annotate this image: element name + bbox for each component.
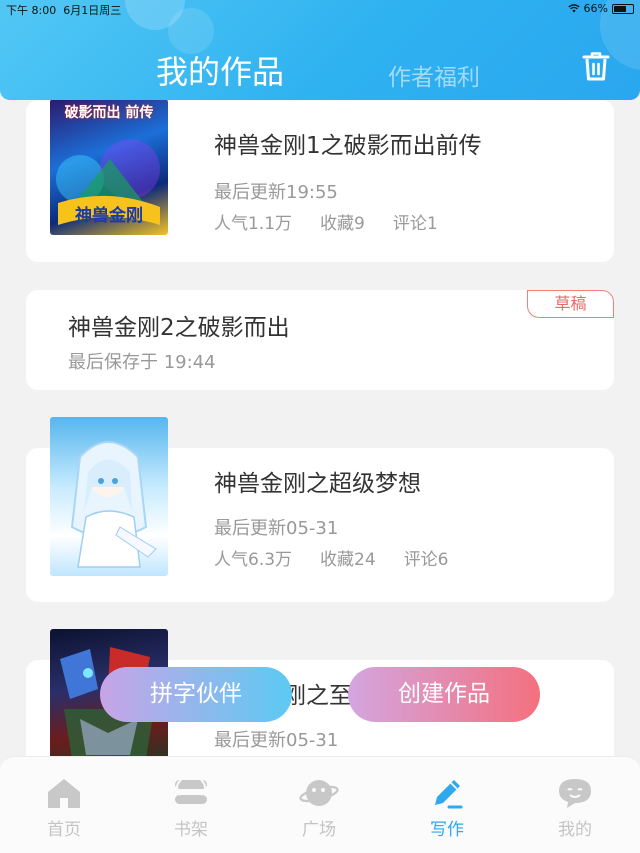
typing-partner-button[interactable]: 拼字伙伴	[100, 667, 292, 722]
draft-saved-time: 最后保存于 19:44	[68, 352, 216, 373]
nav-label: 写作	[430, 820, 464, 840]
stat-favorites: 收藏24	[320, 550, 376, 570]
create-work-button[interactable]: 创建作品	[348, 667, 540, 722]
nav-item-writing[interactable]: 写作	[407, 775, 487, 840]
work-cover-image[interactable]	[50, 417, 168, 576]
tab-my-works[interactable]: 我的作品	[156, 47, 284, 93]
tab-author-benefits[interactable]: 作者福利	[388, 58, 480, 92]
home-icon	[48, 779, 80, 808]
planet-icon	[299, 780, 339, 806]
battery-icon	[612, 3, 634, 14]
svg-text:神兽金刚: 神兽金刚	[75, 205, 143, 226]
work-stats: 人气6.3万 收藏24 评论6	[214, 545, 449, 570]
nav-item-square[interactable]: 广场	[279, 775, 359, 840]
work-updated: 最后更新05-31	[214, 518, 339, 539]
status-time: 下午 8:00	[6, 4, 57, 17]
nav-label: 首页	[47, 820, 81, 840]
pen-icon	[435, 780, 463, 809]
battery-percent: 66%	[583, 2, 608, 15]
work-updated: 最后更新19:55	[214, 182, 338, 203]
work-title[interactable]: 神兽金刚1之破影而出前传	[214, 126, 482, 160]
status-right: 66%	[567, 2, 634, 15]
work-title[interactable]: 神兽金刚之超级梦想	[214, 464, 421, 498]
chat-face-icon	[559, 779, 591, 808]
work-updated: 最后更新05-31	[214, 730, 339, 751]
nav-item-mine[interactable]: 我的	[535, 775, 615, 840]
cover-art	[70, 441, 157, 568]
draft-title[interactable]: 神兽金刚2之破影而出	[68, 308, 290, 342]
trash-icon[interactable]	[581, 50, 611, 82]
work-cover-image[interactable]: 神兽金刚 破影而出 前传	[50, 99, 168, 235]
nav-item-home[interactable]: 首页	[24, 775, 104, 840]
nav-item-bookshelf[interactable]: 书架	[151, 775, 231, 840]
draft-badge: 草稿	[527, 290, 614, 318]
nav-label: 广场	[302, 820, 336, 840]
stat-popularity: 人气1.1万	[214, 214, 293, 234]
status-bar: 下午 8:00 6月1日周三 66%	[0, 0, 640, 18]
header-bar: 下午 8:00 6月1日周三 66% 我的作品 作者福利	[0, 0, 640, 100]
stat-comments: 评论1	[392, 214, 438, 234]
status-time-date: 下午 8:00 6月1日周三	[6, 2, 121, 18]
status-date: 6月1日周三	[63, 4, 122, 17]
nav-label: 书架	[174, 820, 208, 840]
stat-comments: 评论6	[403, 550, 449, 570]
bookshelf-icon	[175, 779, 207, 804]
stat-popularity: 人气6.3万	[214, 550, 293, 570]
bottom-nav: 首页 书架 广场 写作 我的	[0, 756, 640, 853]
wifi-icon	[567, 4, 580, 13]
stat-favorites: 收藏9	[320, 214, 365, 234]
work-stats: 人气1.1万 收藏9 评论1	[214, 209, 438, 234]
nav-label: 我的	[558, 820, 592, 840]
cover-title-text: 破影而出 前传	[64, 105, 154, 121]
